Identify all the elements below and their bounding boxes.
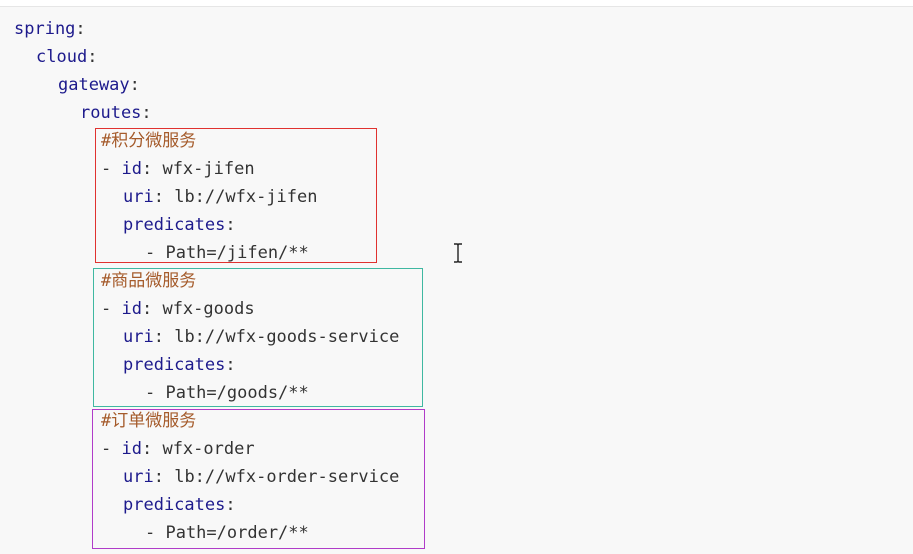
yaml-key-routes: routes [80,103,142,123]
code-line-id: - id: wfx-jifen [101,155,255,183]
yaml-colon: : [141,299,153,319]
yaml-key-uri: uri [123,327,154,347]
yaml-comment: #订单微服务 [101,411,197,431]
yaml-value-predicate: - Path=/goods/** [145,383,309,403]
yaml-value-id: wfx-goods [152,299,255,319]
code-line-uri: uri: lb://wfx-goods-service [123,323,399,351]
yaml-value-uri: lb://wfx-goods-service [163,327,400,347]
yaml-dash: - [101,159,122,179]
yaml-key-uri: uri [123,467,154,487]
yaml-key-predicates: predicates [123,215,226,235]
yaml-colon: : [225,495,236,515]
code-line-routes: routes: [80,99,152,127]
yaml-colon: : [129,75,140,95]
yaml-value-uri: lb://wfx-order-service [163,467,400,487]
code-line-path: - Path=/goods/** [145,379,309,407]
yaml-comment: #商品微服务 [101,271,197,291]
code-line-id: - id: wfx-goods [101,295,255,323]
yaml-key-cloud: cloud [36,47,88,67]
yaml-colon: : [75,19,86,39]
code-line-spring: spring: [14,15,86,43]
yaml-value-predicate: - Path=/jifen/** [145,243,309,263]
yaml-colon: : [141,439,153,459]
code-line-path: - Path=/order/** [145,519,309,547]
yaml-colon: : [225,355,236,375]
code-line-predicates: predicates: [123,351,236,379]
yaml-key-uri: uri [123,187,154,207]
yaml-colon: : [87,47,98,67]
yaml-key-spring: spring [14,19,76,39]
yaml-key-id: id [121,299,142,319]
code-line-comment: #订单微服务 [101,407,196,435]
code-line-uri: uri: lb://wfx-jifen [123,183,318,211]
yaml-value-id: wfx-jifen [152,159,255,179]
code-line-uri: uri: lb://wfx-order-service [123,463,399,491]
code-line-comment: #商品微服务 [101,267,196,295]
yaml-key-predicates: predicates [123,495,226,515]
yaml-colon: : [153,327,164,347]
yaml-colon: : [153,187,164,207]
yaml-value-predicate: - Path=/order/** [145,523,309,543]
yaml-key-id: id [121,159,142,179]
yaml-key-id: id [121,439,142,459]
text-cursor-icon [454,243,462,263]
yaml-colon: : [141,103,152,123]
yaml-comment: #积分微服务 [101,131,197,151]
code-line-predicates: predicates: [123,211,236,239]
yaml-key-gateway: gateway [58,75,130,95]
yaml-colon: : [225,215,236,235]
code-line-path: - Path=/jifen/** [145,239,309,267]
yaml-value-uri: lb://wfx-jifen [163,187,318,207]
yaml-colon: : [141,159,153,179]
yaml-colon: : [153,467,164,487]
code-editor[interactable]: spring: cloud: gateway: routes: #积分微服务 -… [0,6,913,554]
yaml-key-predicates: predicates [123,355,226,375]
yaml-dash: - [101,299,122,319]
code-line-comment: #积分微服务 [101,127,196,155]
yaml-dash: - [101,439,122,459]
code-line-gateway: gateway: [58,71,140,99]
code-line-cloud: cloud: [36,43,97,71]
code-line-predicates: predicates: [123,491,236,519]
yaml-value-id: wfx-order [152,439,255,459]
code-line-id: - id: wfx-order [101,435,255,463]
